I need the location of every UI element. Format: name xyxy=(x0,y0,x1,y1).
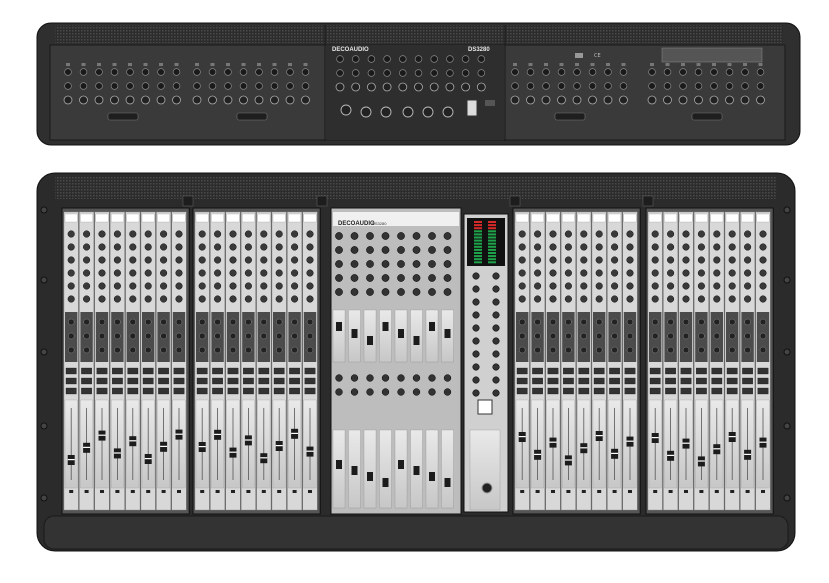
rear-brand-logo: DECOAUDIO xyxy=(332,47,369,53)
rear-model-label: DS3280 xyxy=(468,47,490,53)
svg-text:CE: CE xyxy=(594,53,601,59)
front-model-label: DS3280 xyxy=(372,221,387,226)
mixer-product-image: DECOAUDIO DS3280 CE DECOAUDIO DS3280 xyxy=(0,0,829,583)
front-console: DECOAUDIO DS3280 xyxy=(36,172,796,552)
front-brand-logo: DECOAUDIO xyxy=(338,221,375,227)
rear-panel: DECOAUDIO DS3280 CE xyxy=(36,22,801,146)
